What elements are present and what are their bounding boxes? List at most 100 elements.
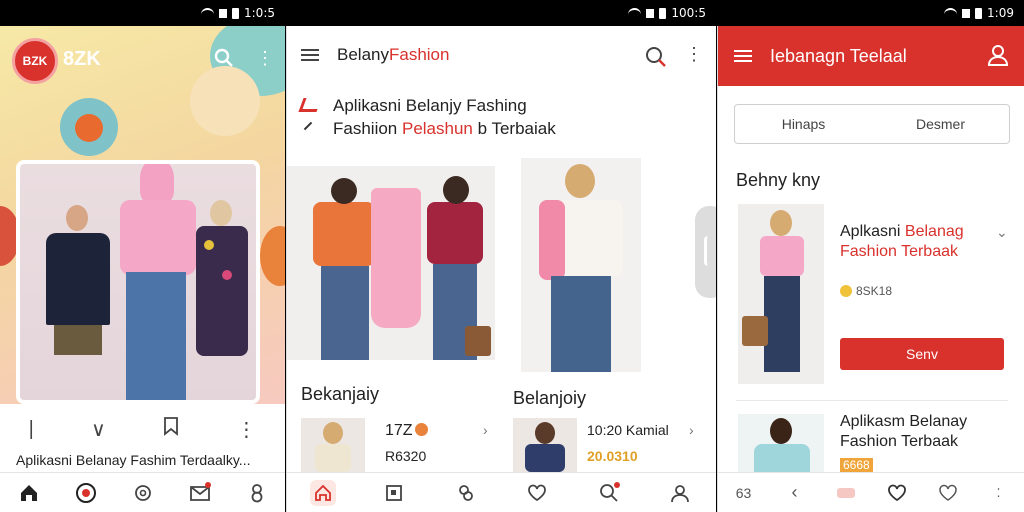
brand-mark-icon (298, 98, 322, 112)
back-icon[interactable]: ‹ (782, 480, 808, 506)
product-name-part: Aplikasm Belanay (840, 413, 968, 430)
subheadline: Fashiion Pelashun b Terbaiak (333, 119, 556, 139)
heart-outline-icon[interactable] (935, 480, 961, 506)
more-icon[interactable]: ⋮ (236, 417, 256, 442)
item-price: R6320 (385, 448, 427, 464)
more-icon[interactable]: ⋮ (256, 48, 274, 69)
app-logo[interactable]: BZK (12, 38, 58, 84)
status-bar: 1:0:5 (0, 0, 285, 26)
battery-icon (659, 7, 667, 19)
heart-icon[interactable] (884, 480, 910, 506)
chevron-down-icon[interactable]: ⌄ (996, 224, 1008, 241)
subheadline-part: b Terbaiak (472, 119, 556, 138)
model-figure (192, 200, 252, 400)
bottom-nav: 63 ‹ ⁚ (718, 472, 1024, 512)
section-title: Bekanjaiy (301, 384, 380, 404)
check-icon[interactable]: ∨ (91, 417, 106, 442)
refresh-icon[interactable] (130, 480, 156, 506)
profile-icon[interactable] (667, 480, 693, 506)
item-title: 17Z (385, 422, 428, 440)
community-icon[interactable] (453, 480, 479, 506)
model-figure (40, 205, 114, 400)
status-bar: 100:5 (286, 0, 716, 26)
post-caption: Aplikasni Belanay Fashim Terdaalky... (16, 452, 251, 468)
item-thumbnail[interactable] (513, 418, 577, 472)
product-thumbnail[interactable] (738, 204, 824, 384)
title-part: Belany (337, 45, 389, 64)
profile-icon[interactable] (244, 480, 270, 506)
item-price: 20.0310 (587, 448, 638, 464)
product-name: Aplikasm Belanay Fashion Terbaak (840, 412, 1000, 452)
product-image[interactable] (521, 158, 641, 372)
decor-circle (260, 226, 285, 286)
screen-catalog: BelanyFashion ⋮ Aplikasni Belanjy Fashin… (286, 26, 716, 512)
product-name-part: Fashion Terbaak (840, 243, 958, 260)
buy-button[interactable]: Senv (840, 338, 1004, 370)
headline: Aplikasni Belanjy Fashing (333, 96, 527, 115)
tab-item[interactable]: Desmer (872, 105, 1009, 143)
notification-dot (204, 481, 211, 488)
signal-icon (962, 8, 971, 18)
search-icon[interactable] (214, 48, 234, 73)
coin-icon (840, 285, 852, 297)
user-icon[interactable] (987, 44, 1009, 66)
product-name-part: Fashion Terbaak (840, 433, 958, 450)
search-icon[interactable] (596, 480, 622, 506)
product-name: Aplkasni Belanag Fashion Terbaak (840, 222, 1000, 262)
battery-icon (232, 7, 239, 19)
status-time: 100:5 (671, 6, 706, 20)
section-title: Behny kny (736, 170, 821, 190)
wifi-icon (944, 8, 958, 18)
divider (736, 400, 1008, 401)
screen-list: Iebanagn Teelaal Hinaps Desmer Behny kny… (717, 26, 1024, 512)
app-title: BelanyFashion (337, 45, 449, 65)
subheadline-part: Pelashun (401, 119, 473, 138)
product-name-part: Aplkasni (840, 223, 905, 240)
featured-photo[interactable] (16, 160, 260, 404)
product-image[interactable] (287, 166, 495, 360)
price-badge: 6668 (840, 458, 873, 472)
more-icon[interactable]: ⋮ (685, 44, 703, 65)
carousel-handle[interactable] (695, 206, 716, 298)
hero-banner: BZK 8ZK ⋮ (0, 26, 285, 404)
battery-icon (975, 7, 983, 19)
screen-home: BZK 8ZK ⋮ | ∨ ⋮ Aplikasni Belanay Fashim… (0, 26, 285, 512)
notification-dot (613, 481, 620, 488)
status-bar: 1:09 (717, 0, 1024, 26)
decor-circle (190, 66, 260, 136)
item-thumbnail[interactable] (301, 418, 365, 472)
bookmark-icon[interactable] (163, 416, 179, 442)
signal-icon (219, 8, 227, 18)
heart-icon[interactable] (524, 480, 550, 506)
search-icon[interactable] (645, 46, 667, 73)
wifi-icon (628, 8, 642, 18)
product-price-text: 8SK18 (856, 284, 893, 298)
chevron-right-icon[interactable]: › (689, 422, 694, 438)
status-time: 1:0:5 (244, 6, 275, 20)
brand-name: 8ZK (63, 48, 101, 70)
menu-icon[interactable] (734, 50, 752, 62)
title-part: Fashion (388, 45, 450, 64)
tab-item[interactable]: Hinaps (735, 105, 872, 143)
decor-circle (75, 114, 103, 142)
brand-icon[interactable] (73, 480, 99, 506)
pipe-icon[interactable]: | (29, 418, 34, 441)
coin-icon (414, 423, 428, 436)
chevron-right-icon[interactable]: › (483, 422, 488, 438)
nav-label[interactable]: 63 (731, 480, 757, 506)
home-icon[interactable] (16, 480, 42, 506)
signal-icon (646, 8, 655, 18)
category-icon[interactable] (381, 480, 407, 506)
bottom-nav (287, 472, 716, 512)
menu-icon[interactable] (301, 49, 319, 61)
section-title: Belanjoiy (513, 388, 587, 408)
product-name-part: Belanag (904, 223, 964, 240)
home-icon[interactable] (309, 479, 336, 506)
dots-icon[interactable]: ⁚ (986, 480, 1012, 506)
model-figure (112, 164, 202, 400)
app-title: Iebanagn Teelaal (770, 45, 907, 66)
tag-icon[interactable] (833, 480, 859, 506)
item-title-text: 17Z (385, 422, 413, 439)
tab-bar: Hinaps Desmer (734, 104, 1010, 144)
mail-icon[interactable] (187, 480, 213, 506)
